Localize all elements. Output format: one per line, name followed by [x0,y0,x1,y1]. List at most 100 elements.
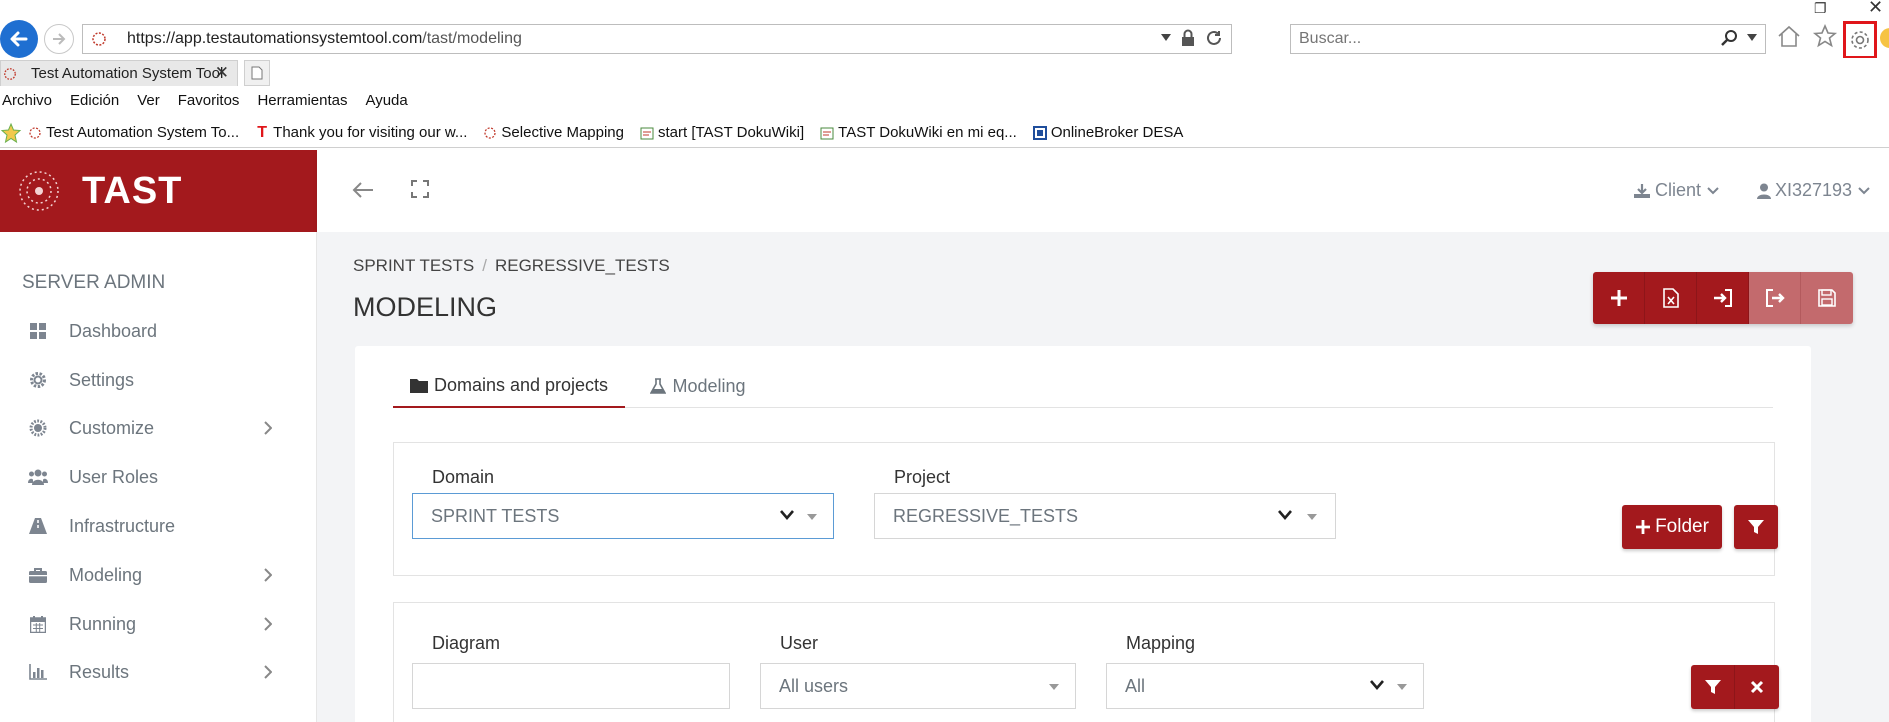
domain-select[interactable]: SPRINT TESTS [412,493,834,539]
expand-icon [411,180,429,198]
arrow-left-icon [352,182,373,198]
main-content: SPRINT TESTS / REGRESSIVE_TESTS MODELING… [317,232,1889,722]
browser-back-button[interactable] [0,20,38,58]
lock-icon[interactable] [1181,29,1195,47]
download-icon [1634,183,1650,198]
user-select[interactable]: All users [760,663,1076,709]
sidebar-item-user-roles[interactable]: User Roles [0,457,317,497]
menu-ayuda[interactable]: Ayuda [365,92,407,109]
apply-filter-button[interactable] [1691,665,1735,709]
back-button[interactable] [351,180,375,205]
mapping-select[interactable]: All [1106,663,1424,709]
chevron-right-icon [264,663,273,684]
browser-settings-button[interactable] [1843,21,1877,59]
sidebar-item-running[interactable]: Running [0,604,317,644]
tab-modeling[interactable]: Modeling [643,364,753,408]
browser-tab-title: Test Automation System Tool [31,65,224,82]
client-menu[interactable]: Client [1633,180,1719,201]
star-icon[interactable] [1812,24,1838,48]
chevron-down-icon[interactable] [1747,34,1757,42]
chevron-down-icon [780,510,794,520]
import-button[interactable] [1697,272,1749,324]
window-restore-icon[interactable]: ❐ [1814,0,1827,17]
square-icon [1032,125,1047,140]
breadcrumb-separator: / [482,256,487,275]
add-button[interactable] [1593,272,1645,324]
sidebar: SERVER ADMIN Dashboard Settings Customiz… [0,232,317,722]
favorite-link[interactable]: OnlineBroker DESA [1032,124,1183,141]
diagram-input[interactable] [413,664,729,708]
new-tab-button[interactable] [244,60,270,86]
user-menu[interactable]: XI327193 [1757,180,1870,201]
caret-down-icon [1049,684,1059,690]
dashboard-icon [28,322,48,340]
arrow-left-icon [10,31,28,47]
menu-favoritos[interactable]: Favoritos [178,92,240,109]
search-icon[interactable] [1721,29,1739,47]
sidebar-item-settings[interactable]: Settings [0,360,317,400]
diagram-input-box[interactable] [412,663,730,709]
filter-button[interactable] [1734,505,1778,549]
sidebar-item-dashboard[interactable]: Dashboard [0,311,317,351]
favorites-star-icon [0,122,22,143]
menu-edicion[interactable]: Edición [70,92,119,109]
sidebar-item-results[interactable]: Results [0,652,317,692]
sidebar-item-modeling[interactable]: Modeling [0,555,317,595]
browser-tab-strip: Test Automation System Tool ✕ [0,58,1889,86]
favorite-link[interactable]: TAST DokuWiki en mi eq... [820,124,1017,141]
gear-icon [28,371,48,389]
file-excel-icon [1662,288,1679,308]
sidebar-section-title: SERVER ADMIN [22,272,166,293]
refresh-icon[interactable] [1205,29,1223,47]
favorite-link[interactable]: Selective Mapping [483,124,624,141]
cog-icon [28,419,48,437]
chevron-right-icon [264,419,273,440]
close-icon[interactable]: ✕ [215,63,229,83]
window-close-icon[interactable]: ✕ [1868,0,1883,18]
breadcrumb: SPRINT TESTS / REGRESSIVE_TESTS [353,256,670,276]
tast-favicon [4,67,16,80]
tast-favicon [483,126,497,140]
export-excel-button[interactable] [1645,272,1697,324]
fullscreen-button[interactable] [411,180,429,203]
clear-filter-button[interactable] [1735,665,1779,709]
add-folder-button[interactable]: Folder [1622,505,1722,549]
project-select[interactable]: REGRESSIVE_TESTS [874,493,1336,539]
favorite-link[interactable]: T Thank you for visiting our w... [255,124,467,142]
menu-herramientas[interactable]: Herramientas [257,92,347,109]
menu-archivo[interactable]: Archivo [2,92,52,109]
browser-search-input[interactable] [1299,30,1679,48]
bar-chart-icon [28,663,48,681]
browser-search-box[interactable] [1290,24,1766,54]
tab-domains-and-projects[interactable]: Domains and projects [393,364,625,408]
favorites-star[interactable] [0,122,22,144]
breadcrumb-item-project[interactable]: REGRESSIVE_TESTS [495,256,670,276]
chevron-down-icon [1858,186,1870,194]
dropdown-arrow-icon[interactable] [1161,34,1171,42]
caret-down-icon [807,514,817,520]
url-field[interactable]: https://app.testautomationsystemtool.com… [82,24,1232,54]
close-icon [1750,680,1764,694]
sidebar-item-infrastructure[interactable]: Infrastructure [0,506,317,546]
app-brand[interactable]: TAST [0,150,317,232]
menu-ver[interactable]: Ver [137,92,160,109]
users-icon [28,468,48,486]
modeling-tabs: Domains and projects Modeling [393,364,1773,408]
favorite-link[interactable]: Test Automation System To... [28,124,239,141]
filter-icon [1704,680,1721,694]
feedback-smiley-icon[interactable] [1880,28,1889,48]
sign-in-icon [1713,289,1732,307]
caret-down-icon [1397,684,1407,690]
sidebar-item-customize[interactable]: Customize [0,408,317,448]
url-text: https://app.testautomationsystemtool.com… [127,30,522,47]
save-button[interactable] [1801,272,1853,324]
favorite-link[interactable]: start [TAST DokuWiki] [640,124,804,141]
project-label: Project [894,467,951,487]
breadcrumb-item-domain[interactable]: SPRINT TESTS [353,256,474,276]
export-button[interactable] [1749,272,1801,324]
browser-forward-button[interactable] [44,24,74,54]
browser-tab[interactable]: Test Automation System Tool ✕ [0,60,238,86]
caret-down-icon [1307,514,1317,520]
arrow-right-icon [53,33,66,45]
home-icon[interactable] [1776,24,1802,48]
